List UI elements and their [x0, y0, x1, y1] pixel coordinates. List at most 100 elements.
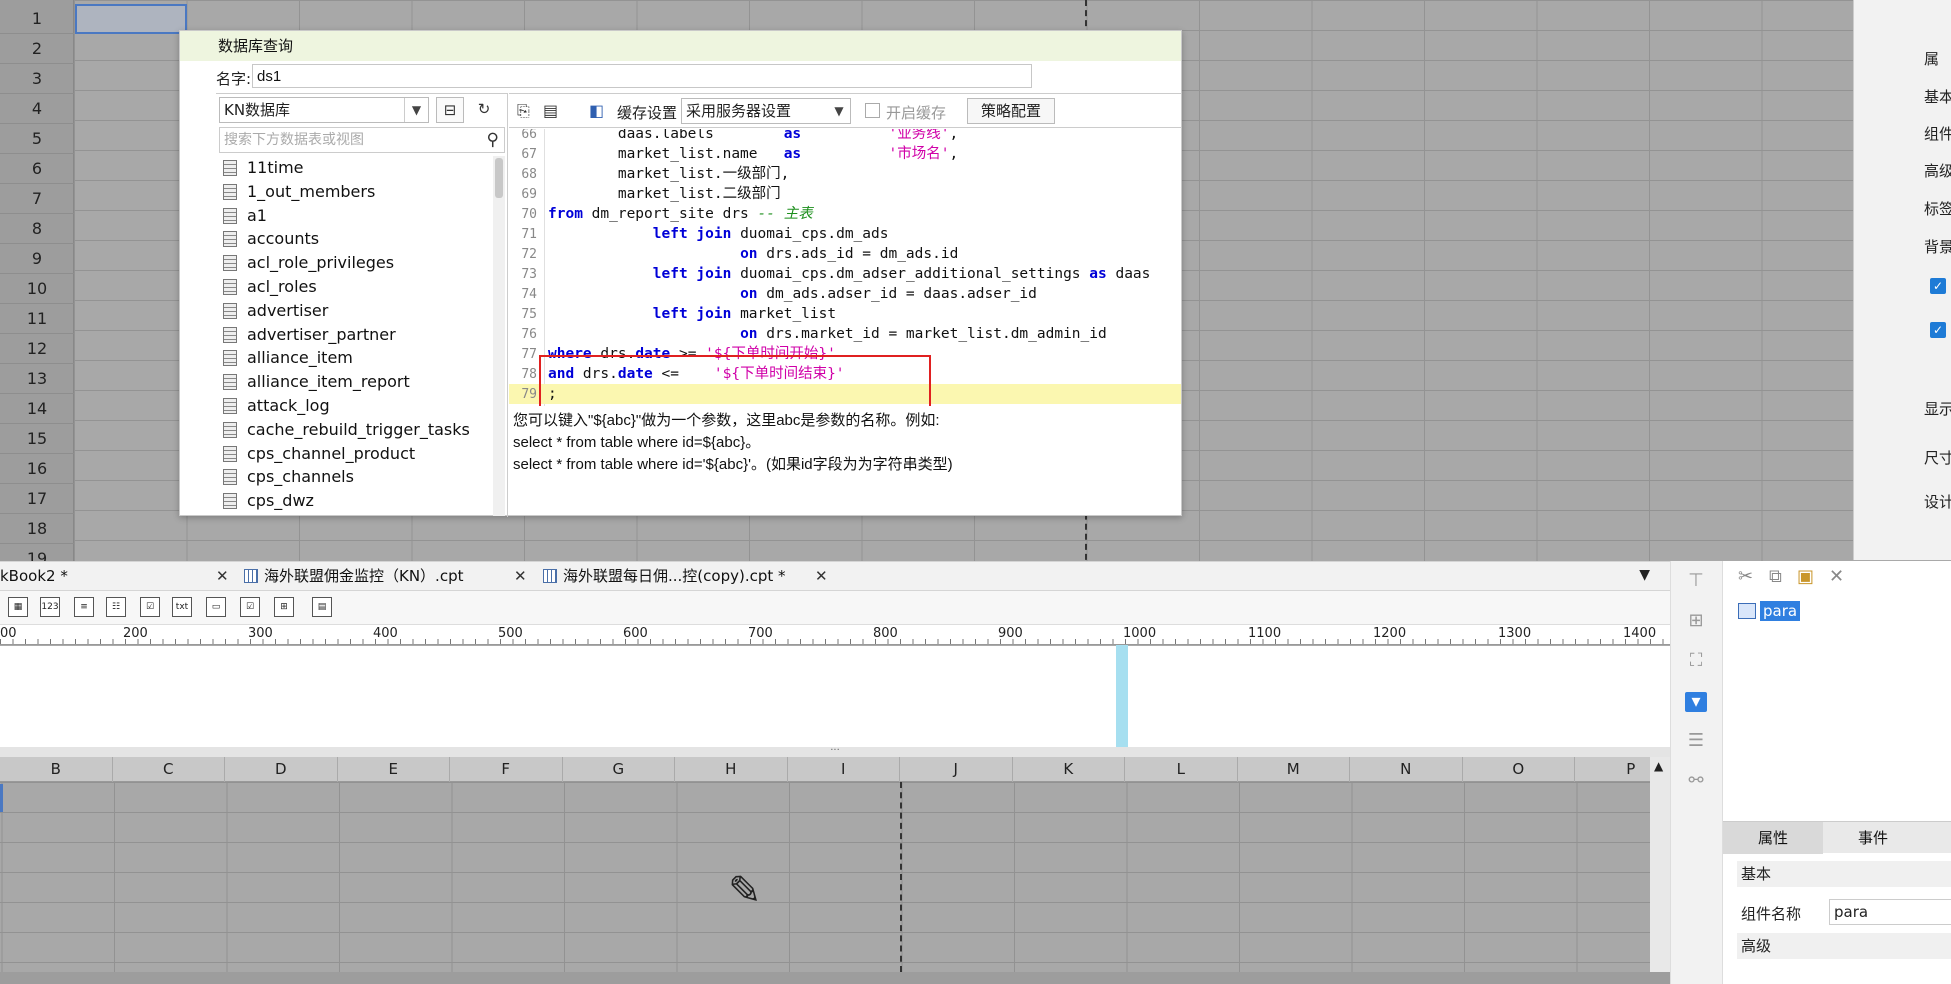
column-header-cell[interactable]: G [563, 757, 675, 782]
tab-daily-commission-copy[interactable]: 海外联盟每日佣...控(copy).cpt * ✕ [543, 562, 833, 591]
table-list-item[interactable]: attack_log [219, 394, 491, 418]
column-header-cell[interactable]: F [450, 757, 563, 782]
enable-cache-checkbox[interactable] [865, 103, 880, 118]
table-list-item[interactable]: accounts [219, 227, 491, 251]
widget-tool-icon[interactable]: ≡ [74, 597, 94, 617]
table-list-item[interactable]: advertiser [219, 299, 491, 323]
column-header-cell[interactable]: C [113, 757, 225, 782]
widget-tool-icon[interactable]: txt [172, 597, 192, 617]
table-list-item[interactable]: cps_dwz [219, 489, 491, 513]
refresh-icon[interactable]: ↻ [470, 97, 498, 123]
tab-workbook2[interactable]: kBook2 * ✕ [0, 562, 238, 591]
section-advanced[interactable]: 高级 [1737, 933, 1951, 959]
delete-icon[interactable]: ✕ [1829, 566, 1844, 587]
widget-tool-icon[interactable]: 123 [40, 597, 60, 617]
table-list-item[interactable]: advertiser_partner [219, 323, 491, 347]
database-select[interactable]: KN数据库 ▼ [219, 97, 429, 123]
table-list-item[interactable]: acl_role_privileges [219, 251, 491, 275]
row-number[interactable]: 9 [0, 244, 74, 274]
row-number[interactable]: 11 [0, 304, 74, 334]
report-sheet-grid[interactable] [0, 782, 1650, 972]
row-number[interactable]: 8 [0, 214, 74, 244]
row-number[interactable]: 5 [0, 124, 74, 154]
row-number[interactable]: 15 [0, 424, 74, 454]
list-icon[interactable]: ☰ [1685, 731, 1707, 751]
table-list-item[interactable]: cps_channel_product [219, 442, 491, 466]
row-number[interactable]: 12 [0, 334, 74, 364]
code-line[interactable]: 71 left join duomai_cps.dm_ads [509, 224, 1181, 244]
code-line[interactable]: 73 left join duomai_cps.dm_adser_additio… [509, 264, 1181, 284]
widget-icon[interactable]: ▾ [1685, 692, 1707, 712]
column-header-cell[interactable]: J [900, 757, 1013, 782]
tab-properties[interactable]: 属性 [1723, 822, 1823, 854]
column-header-cell[interactable]: N [1350, 757, 1463, 782]
close-icon[interactable]: ✕ [216, 562, 229, 591]
scrollbar-thumb[interactable] [495, 158, 503, 198]
column-header-cell[interactable]: K [1013, 757, 1125, 782]
row-number[interactable]: 2 [0, 34, 74, 64]
column-header-cell[interactable]: I [788, 757, 900, 782]
widget-tool-icon[interactable]: ⊞ [274, 597, 294, 617]
code-line[interactable]: 74 on dm_ads.adser_id = daas.adser_id [509, 284, 1181, 304]
tab-list-menu-icon[interactable]: ▼ [1639, 567, 1650, 583]
search-icon[interactable]: ⚲ [487, 128, 499, 152]
paste-icon[interactable]: ▣ [1797, 566, 1814, 587]
table-list-scrollbar[interactable] [493, 156, 505, 516]
code-line[interactable]: 66 daas.labels as '业务线', [509, 129, 1181, 144]
layout-icon[interactable]: ⊤ [1685, 571, 1707, 591]
row-number[interactable]: 14 [0, 394, 74, 424]
chevron-up-icon[interactable]: ▲ [1654, 759, 1663, 773]
table-list-item[interactable]: acl_roles [219, 275, 491, 299]
row-number[interactable]: 3 [0, 64, 74, 94]
edit-connection-icon[interactable]: ⊟ [436, 97, 464, 123]
row-number[interactable]: 18 [0, 514, 74, 544]
copy-icon[interactable]: ⧉ [1769, 566, 1782, 587]
column-header-cell[interactable]: L [1125, 757, 1238, 782]
column-header-cell[interactable]: M [1238, 757, 1350, 782]
tab-commission-monitor[interactable]: 海外联盟佣金监控（KN）.cpt ✕ [244, 562, 534, 591]
pane-splitter[interactable]: ··· [0, 746, 1670, 757]
parameter-width-marker[interactable] [1116, 645, 1128, 748]
table-list-item[interactable]: 1_out_members [219, 180, 491, 204]
background-selected-cell[interactable] [75, 4, 187, 34]
row-number[interactable]: 17 [0, 484, 74, 514]
name-input[interactable] [252, 64, 1032, 88]
code-line[interactable]: 68 market_list.一级部门, [509, 164, 1181, 184]
parameter-design-area[interactable] [0, 646, 1670, 747]
code-line[interactable]: 67 market_list.name as '市场名', [509, 144, 1181, 164]
table-search-input[interactable]: 搜索下方数据表或视图 ⚲ [219, 127, 505, 153]
policy-config-button[interactable]: 策略配置 [967, 98, 1055, 124]
widget-tool-icon[interactable]: ☑ [140, 597, 160, 617]
column-header-cell[interactable]: D [225, 757, 338, 782]
table-list-item[interactable]: 11time [219, 156, 491, 180]
cache-icon[interactable]: ◧ [589, 101, 604, 120]
widget-tool-icon[interactable]: ☷ [106, 597, 126, 617]
sql-file-icon[interactable]: ▤ [543, 101, 558, 120]
widget-name-input[interactable]: para [1829, 899, 1951, 925]
code-line[interactable]: 69 market_list.二级部门 [509, 184, 1181, 204]
column-header-cell[interactable]: E [338, 757, 450, 782]
checkbox-checked[interactable]: ✓ [1930, 322, 1946, 338]
row-number[interactable]: 16 [0, 454, 74, 484]
close-icon[interactable]: ✕ [514, 562, 527, 591]
row-number[interactable]: 7 [0, 184, 74, 214]
frame-icon[interactable]: ⛶ [1685, 651, 1707, 671]
widget-tool-icon[interactable]: ▤ [312, 597, 332, 617]
cut-icon[interactable]: ✂ [1738, 566, 1753, 587]
table-list-item[interactable]: alliance_item_report [219, 370, 491, 394]
row-number[interactable]: 1 [0, 4, 74, 34]
code-line[interactable]: 76 on drs.market_id = market_list.dm_adm… [509, 324, 1181, 344]
column-header-cell[interactable]: B [0, 757, 113, 782]
widget-tool-icon[interactable]: ▭ [206, 597, 226, 617]
table-list-item[interactable]: a1 [219, 204, 491, 228]
tab-events[interactable]: 事件 [1823, 822, 1923, 854]
close-icon[interactable]: ✕ [815, 562, 828, 591]
code-line[interactable]: 70 from dm_report_site drs -- 主表 [509, 204, 1181, 224]
code-line[interactable]: 72 on drs.ads_id = dm_ads.id [509, 244, 1181, 264]
table-list-item[interactable]: alliance_item [219, 346, 491, 370]
vertical-scrollbar[interactable]: ▲ [1650, 757, 1670, 972]
checkbox-checked[interactable]: ✓ [1930, 278, 1946, 294]
row-number[interactable]: 4 [0, 94, 74, 124]
column-header-cell[interactable]: O [1463, 757, 1575, 782]
sql-code-editor[interactable]: 66 daas.labels as '业务线', 67 market_list.n… [509, 129, 1181, 406]
